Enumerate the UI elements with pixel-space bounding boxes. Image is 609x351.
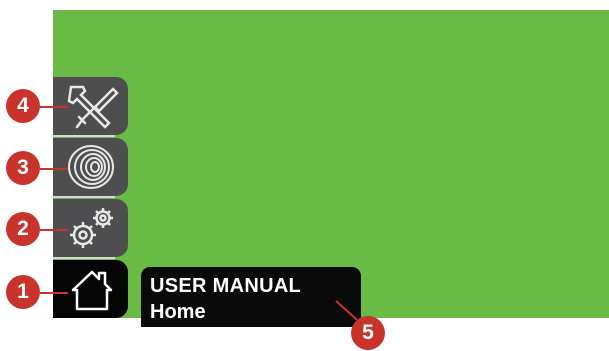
wrench-screwdriver-icon: [67, 85, 119, 129]
tab-home[interactable]: [53, 260, 128, 318]
callout-badge-5: 5: [351, 316, 385, 350]
wire-spool-icon: [68, 145, 114, 189]
callout-leader: [40, 106, 68, 108]
tab-spool[interactable]: [53, 138, 128, 196]
current-page-label: Home: [150, 301, 206, 323]
callout-leader: [40, 168, 68, 170]
status-box: USER MANUAL Home: [141, 267, 361, 327]
gears-icon: [70, 208, 113, 248]
callout-leader: [40, 292, 68, 294]
tab-separator: [53, 196, 115, 198]
manual-title: USER MANUAL: [150, 275, 302, 297]
tab-separator: [53, 135, 115, 137]
callout-badge-1: 1: [6, 275, 40, 309]
callout-badge-3: 3: [6, 151, 40, 185]
home-icon: [71, 270, 113, 311]
callout-badge-2: 2: [6, 212, 40, 246]
callout-badge-4: 4: [6, 89, 40, 123]
tab-settings[interactable]: [53, 199, 128, 257]
callout-leader: [40, 229, 68, 231]
tab-separator: [53, 257, 115, 259]
